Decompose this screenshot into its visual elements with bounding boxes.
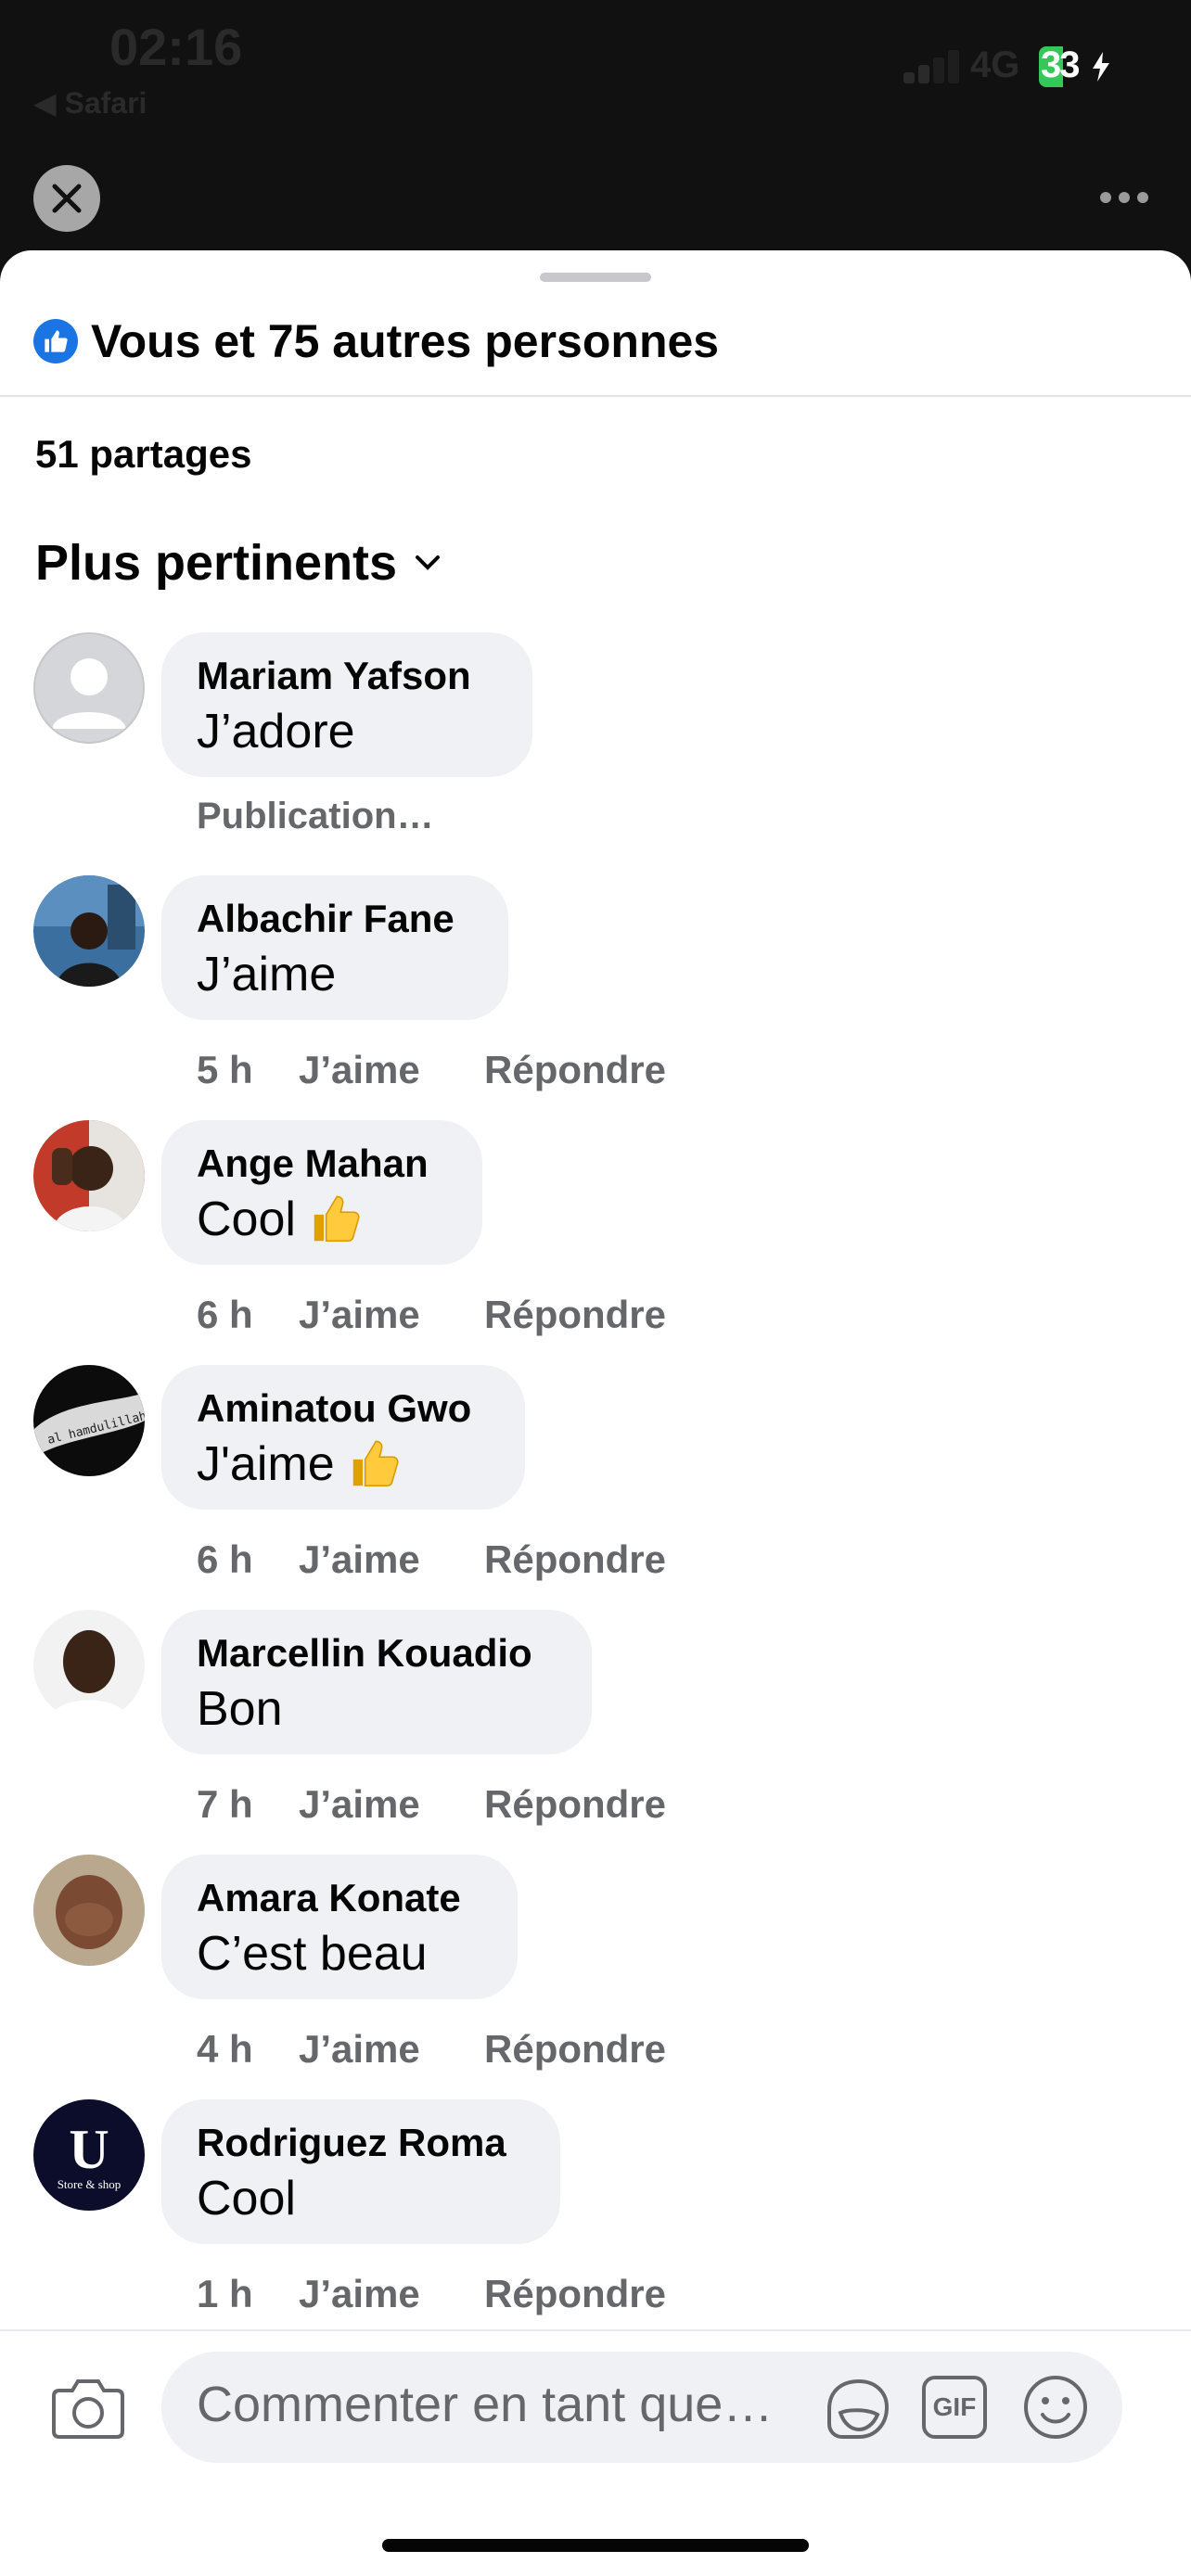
comment-input-placeholder: Commenter en tant que… xyxy=(197,2377,774,2432)
comment-text-content: Cool xyxy=(197,2172,296,2225)
more-dot-icon xyxy=(1100,192,1111,203)
avatar[interactable] xyxy=(33,1855,145,1966)
comment-meta: 7 h J’aime Répondre xyxy=(197,1782,666,1827)
comment-time: 1 h xyxy=(197,2272,253,2315)
comment-text: Cool xyxy=(197,2170,525,2227)
comment-meta: 1 h J’aime Répondre xyxy=(197,2272,666,2316)
back-to-safari-link[interactable]: ◀ Safari xyxy=(33,85,147,121)
shares-count[interactable]: 51 partages xyxy=(35,432,251,477)
comment-bubble[interactable]: Rodriguez Roma Cool xyxy=(161,2099,560,2244)
thumbs-up-icon xyxy=(352,1440,399,1487)
comment-meta: 6 h J’aime Répondre xyxy=(197,1537,666,1582)
comment-bubble[interactable]: Mariam Yafson J’adore xyxy=(161,632,532,777)
sort-label: Plus pertinents xyxy=(35,535,398,591)
more-dot-icon xyxy=(1137,192,1148,203)
reactions-text: Vous et 75 autres personnes xyxy=(91,315,720,367)
comment-author[interactable]: Aminatou Gwo xyxy=(197,1385,490,1432)
avatar[interactable] xyxy=(33,632,145,744)
comment-bubble[interactable]: Aminatou Gwo J'aime xyxy=(161,1365,525,1510)
comment-text: Bon xyxy=(197,1680,557,1738)
comment-text: Cool xyxy=(197,1191,447,1248)
comment-time: 6 h xyxy=(197,1537,253,1581)
comment-text: J’adore xyxy=(197,703,497,760)
battery-icon: 33 xyxy=(1039,45,1109,87)
comment-meta: 5 h J’aime Répondre xyxy=(197,1048,666,1092)
comment-text: J’aime xyxy=(197,946,473,1003)
comments-sheet: Vous et 75 autres personnes 51 partages … xyxy=(0,250,1191,2576)
more-dot-icon xyxy=(1119,192,1130,203)
avatar-caption: Store & shop xyxy=(58,2177,122,2191)
network-type: 4G xyxy=(970,45,1020,85)
comment-author[interactable]: Ange Mahan xyxy=(197,1141,447,1187)
battery-level: 33 xyxy=(1041,45,1080,85)
like-button[interactable]: J’aime xyxy=(299,2272,484,2316)
avatar[interactable]: al hamdulillah xyxy=(33,1365,145,1476)
close-button[interactable] xyxy=(33,165,100,232)
like-button[interactable]: J’aime xyxy=(299,1048,484,1092)
reply-button[interactable]: Répondre xyxy=(484,2027,666,2072)
comment-author[interactable]: Rodriguez Roma xyxy=(197,2120,525,2166)
reply-button[interactable]: Répondre xyxy=(484,1782,666,1827)
comment-author[interactable]: Albachir Fane xyxy=(197,896,473,942)
comment-time: 7 h xyxy=(197,1782,253,1826)
comment-bubble[interactable]: Marcellin Kouadio Bon xyxy=(161,1610,592,1754)
close-icon xyxy=(52,184,82,213)
comment-text: J'aime xyxy=(197,1435,490,1493)
reply-button[interactable]: Répondre xyxy=(484,1537,666,1582)
comment-author[interactable]: Marcellin Kouadio xyxy=(197,1630,557,1677)
like-button[interactable]: J’aime xyxy=(299,2027,484,2072)
more-options-button[interactable] xyxy=(1100,185,1148,210)
chevron-down-icon xyxy=(416,555,441,570)
comment-text: C’est beau xyxy=(197,1925,482,1983)
comment-author[interactable]: Amara Konate xyxy=(197,1875,482,1921)
home-indicator[interactable] xyxy=(382,2539,809,2552)
avatar[interactable] xyxy=(33,875,145,987)
like-reaction-icon xyxy=(33,319,78,363)
comment-meta: 6 h J’aime Répondre xyxy=(197,1293,666,1337)
like-button[interactable]: J’aime xyxy=(299,1293,484,1337)
comment-text-content: Bon xyxy=(197,1682,283,1736)
sticker-icon[interactable] xyxy=(820,2372,894,2446)
avatar[interactable]: U Store & shop xyxy=(33,2099,145,2211)
reply-button[interactable]: Répondre xyxy=(484,2272,666,2316)
emoji-icon[interactable] xyxy=(1022,2374,1089,2441)
comment-bubble[interactable]: Ange Mahan Cool xyxy=(161,1120,482,1265)
posting-status: Publication… xyxy=(197,796,434,836)
default-avatar-icon xyxy=(52,658,126,729)
comment-time: 6 h xyxy=(197,1293,253,1336)
gif-label: GIF xyxy=(932,2392,977,2421)
sort-dropdown[interactable]: Plus pertinents xyxy=(35,534,442,592)
signal-icon xyxy=(903,48,961,83)
camera-button[interactable] xyxy=(52,2376,124,2443)
like-button[interactable]: J’aime xyxy=(299,1782,484,1827)
comment-time: 5 h xyxy=(197,1048,253,1091)
reply-button[interactable]: Répondre xyxy=(484,1293,666,1337)
status-time: 02:16 xyxy=(109,18,243,76)
gif-button[interactable]: GIF xyxy=(922,2376,987,2439)
reply-button[interactable]: Répondre xyxy=(484,1048,666,1092)
camera-icon xyxy=(52,2379,124,2439)
comment-text-content: J’adore xyxy=(197,705,355,759)
comment-meta: 4 h J’aime Répondre xyxy=(197,2027,666,2072)
avatar[interactable] xyxy=(33,1610,145,1721)
composer-divider xyxy=(0,2329,1191,2331)
comment-bubble[interactable]: Albachir Fane J’aime xyxy=(161,875,508,1020)
like-button[interactable]: J’aime xyxy=(299,1537,484,1582)
comment-time: 4 h xyxy=(197,2027,253,2071)
thumbs-up-icon xyxy=(314,1195,360,1243)
comment-text-content: J’aime xyxy=(197,948,337,1001)
comment-text-content: C’est beau xyxy=(197,1927,428,1981)
sheet-grabber[interactable] xyxy=(540,273,651,282)
comment-input[interactable]: Commenter en tant que… GIF xyxy=(161,2352,1122,2463)
comment-text-content: Cool xyxy=(197,1192,296,1246)
avatar-letter: U xyxy=(69,2119,109,2180)
comment-bubble[interactable]: Amara Konate C’est beau xyxy=(161,1855,518,1999)
status-bar: 02:16 ◀ Safari 4G 33 xyxy=(0,0,1191,139)
comment-text-content: J'aime xyxy=(197,1437,335,1491)
avatar[interactable] xyxy=(33,1120,145,1231)
comment-author[interactable]: Mariam Yafson xyxy=(197,653,497,699)
reactions-summary[interactable]: Vous et 75 autres personnes xyxy=(33,313,719,369)
divider xyxy=(0,395,1191,397)
